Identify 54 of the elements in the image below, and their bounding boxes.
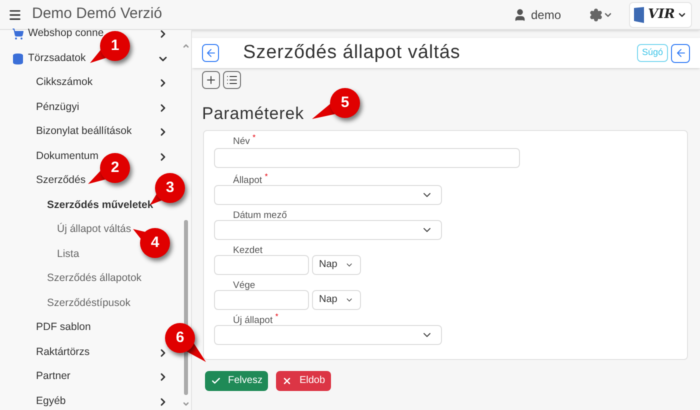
- sidebar-item[interactable]: Törzsadatok: [28, 50, 86, 67]
- select-field[interactable]: [214, 324, 442, 344]
- sidebar-item[interactable]: Cikkszámok: [36, 75, 93, 92]
- select-field[interactable]: [214, 184, 442, 204]
- sidebar-item[interactable]: Raktártörzs: [36, 344, 90, 361]
- add-button[interactable]: [202, 71, 220, 89]
- sidebar-item[interactable]: Lista: [57, 246, 80, 263]
- user-icon: [512, 8, 527, 22]
- back-icon: [674, 47, 686, 59]
- field-label: Vége: [233, 280, 256, 292]
- list-button[interactable]: [223, 71, 241, 89]
- sidebar-item[interactable]: Szerződéstípusok: [47, 296, 130, 312]
- scroll-up-icon[interactable]: [182, 42, 190, 50]
- select-field[interactable]: [214, 220, 442, 240]
- back-button[interactable]: [671, 44, 690, 62]
- logo-text: VIR: [648, 6, 675, 24]
- sidebar-item[interactable]: Dokumentum: [36, 148, 98, 165]
- cart-icon: [12, 28, 24, 40]
- back-button[interactable]: [202, 44, 219, 62]
- callout-badge: 5: [330, 88, 360, 118]
- field-label: Név $^{*}$: [233, 136, 257, 148]
- sidebar-item[interactable]: Pénzügyi: [36, 100, 80, 116]
- sidebar-item[interactable]: Webshop conne: [28, 26, 104, 42]
- sidebar-item[interactable]: Szerződés állapotok: [47, 271, 142, 288]
- section-title: Paraméterek: [202, 103, 304, 125]
- field-label: Állapot $^{*}$: [233, 174, 269, 186]
- sidebar-item[interactable]: Egyéb: [36, 394, 66, 410]
- check-icon: [211, 376, 221, 386]
- database-icon: [12, 52, 24, 65]
- sidebar-item[interactable]: PDF sablon: [36, 320, 91, 336]
- sidebar-item[interactable]: Partner: [36, 369, 70, 386]
- page-title: Szerződés állapot váltás: [243, 40, 460, 65]
- back-icon: [204, 47, 216, 59]
- menu-icon[interactable]: [8, 8, 22, 22]
- field-label: Új állapot $^{*}$: [233, 314, 280, 326]
- sidebar-item[interactable]: Bizonylat beállítások: [36, 124, 132, 140]
- text-field[interactable]: [214, 148, 520, 168]
- unit-select[interactable]: Nap: [312, 254, 361, 274]
- field-label: Dátum mező: [233, 210, 288, 222]
- number-field[interactable]: [214, 254, 309, 274]
- unit-select[interactable]: Nap: [312, 290, 361, 310]
- sidebar-item[interactable]: Új állapot váltás: [57, 222, 132, 238]
- plus-icon: [205, 74, 217, 86]
- user-name[interactable]: demo: [530, 6, 562, 24]
- app-title: Demo Demó Verzió: [32, 4, 162, 24]
- field-label: Kezdet: [233, 244, 264, 256]
- save-button[interactable]: Felvesz: [205, 370, 268, 390]
- logo-button[interactable]: VIR: [629, 2, 692, 28]
- scroll-down-icon[interactable]: [182, 400, 190, 408]
- discard-button[interactable]: Eldob: [276, 370, 332, 390]
- sidebar-item[interactable]: Szerződés műveletek: [47, 198, 154, 214]
- sidebar-item[interactable]: Szerződés: [36, 173, 86, 190]
- close-icon: [282, 376, 292, 386]
- number-field[interactable]: [214, 290, 309, 310]
